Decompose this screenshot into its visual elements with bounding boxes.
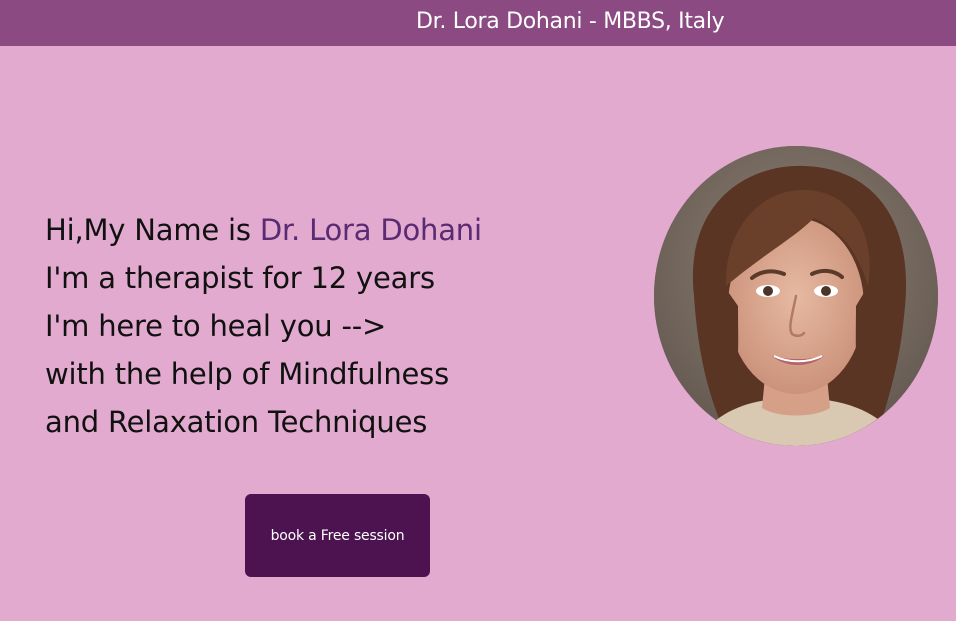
doctor-name: Dr. Lora Dohani — [259, 213, 482, 247]
mindfulness-line: with the help of Mindfulness — [45, 357, 449, 391]
greeting-prefix: Hi,My Name is — [45, 213, 260, 247]
relaxation-line: and Relaxation Techniques — [45, 405, 428, 439]
header-title: Dr. Lora Dohani - MBBS, Italy — [416, 9, 725, 34]
experience-line: I'm a therapist for 12 years — [45, 261, 435, 295]
doctor-avatar — [654, 146, 938, 446]
book-session-button[interactable]: book a Free session — [245, 494, 430, 577]
greeting-line: Hi,My Name is Dr. Lora Dohani — [45, 206, 605, 254]
intro-text: Hi,My Name is Dr. Lora Dohani I'm a ther… — [45, 206, 605, 446]
portrait-photo-icon — [654, 146, 938, 446]
heal-line: I'm here to heal you --> — [45, 309, 387, 343]
top-header: Dr. Lora Dohani - MBBS, Italy — [0, 0, 956, 46]
